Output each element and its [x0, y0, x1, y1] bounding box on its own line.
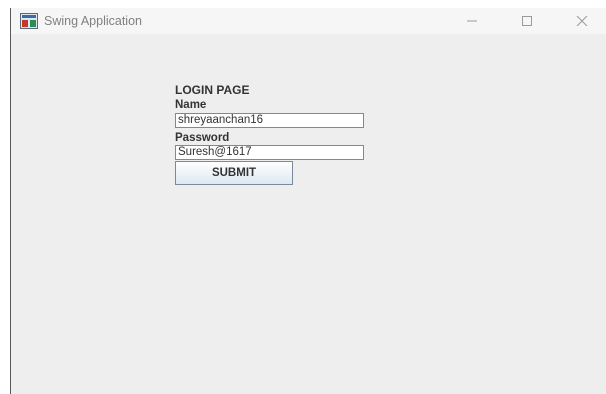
name-input[interactable] [175, 113, 364, 128]
name-label: Name [175, 99, 207, 111]
page-title: LOGIN PAGE [175, 83, 250, 97]
title-bar[interactable]: Swing Application [11, 8, 606, 34]
app-window: Swing Application LOGIN PAGE Name Passwo… [10, 8, 606, 394]
submit-button[interactable]: SUBMIT [175, 161, 293, 185]
window-title: Swing Application [44, 14, 142, 28]
close-button[interactable] [559, 8, 605, 34]
minimize-icon [467, 20, 477, 22]
content-pane: LOGIN PAGE Name Password SUBMIT [11, 34, 606, 394]
minimize-button[interactable] [449, 8, 495, 34]
java-app-icon [20, 13, 38, 29]
password-input[interactable] [175, 145, 364, 160]
maximize-icon [522, 16, 532, 26]
password-label: Password [175, 132, 230, 144]
close-icon [576, 16, 588, 26]
maximize-button[interactable] [504, 8, 550, 34]
